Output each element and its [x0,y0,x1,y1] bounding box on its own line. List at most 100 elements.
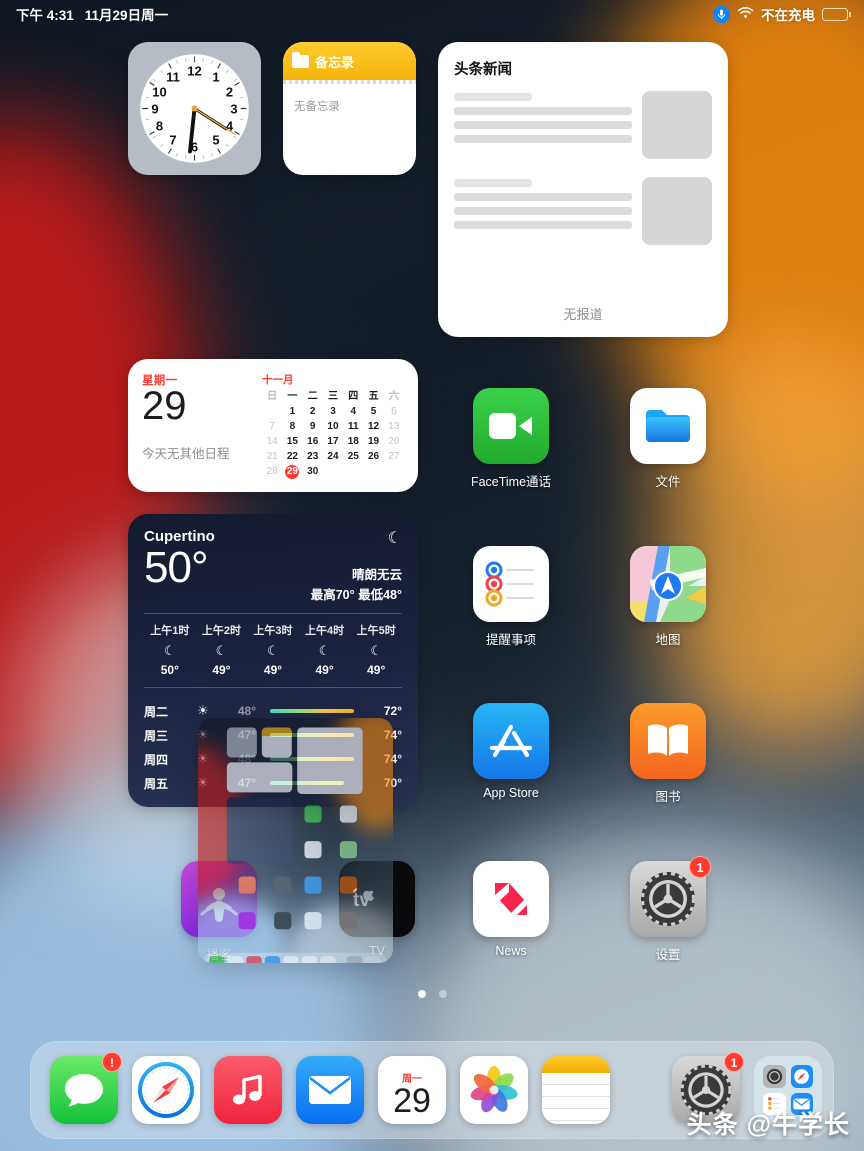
weather-hour-temp: 49° [212,662,231,677]
calendar-day-cell[interactable]: 26 [363,450,383,464]
calendar-day-cell[interactable]: 18 [343,435,363,449]
notes-widget[interactable]: 备忘录 无备忘录 [283,42,416,175]
weather-day-high: 72° [383,704,402,718]
weather-hour-temp: 49° [263,662,283,677]
notes-widget-header: 备忘录 [283,42,416,80]
news-widget[interactable]: 头条新闻 无报道 [438,42,728,337]
mail-icon [296,1056,364,1124]
calendar-day-number: 29 [142,384,187,428]
calendar-day-cell[interactable]: 9 [303,420,323,434]
dock-item-music[interactable] [214,1056,282,1124]
moon-icon: ☾ [370,642,382,658]
svg-text:7: 7 [169,133,176,148]
calendar-day-cell[interactable]: 1 [282,405,302,419]
moon-icon: ☾ [215,642,228,658]
weather-hour-temp: 50° [160,662,179,677]
calendar-day-cell[interactable] [363,465,383,479]
svg-text:2: 2 [226,85,233,100]
news-icon [473,861,549,937]
calendar-day-cell[interactable]: 14 [262,435,282,449]
music-icon [214,1056,282,1124]
weather-hour-label: 上午1时 [150,624,190,637]
calendar-day-cell[interactable]: 19 [363,435,383,449]
calendar-widget[interactable]: 星期一 29 今天无其他日程 十一月 日一二三四五六 1 2 3 4 5 6 7 8 9 10 11 1… [128,359,418,492]
dock-item-notes[interactable] [542,1056,610,1124]
weather-current-temp: 50° [144,543,209,592]
moon-icon: ☾ [163,642,176,658]
calendar-day-cell[interactable]: 20 [384,435,404,449]
calendar-icon: 周一 29 [378,1056,446,1124]
status-bar: 下午 4:31 11月29日周一 不在充电 [0,0,864,28]
dock-item-safari[interactable] [132,1056,200,1124]
calendar-day-cell[interactable]: 30 [303,465,323,479]
wifi-icon [737,6,754,22]
calendar-day-cell[interactable] [384,465,404,479]
safari-icon [132,1056,200,1124]
svg-text:12: 12 [187,64,201,79]
svg-text:9: 9 [151,102,158,117]
app-settings[interactable]: 1 设置 [609,856,727,963]
watermark: 头条 @牛学长 [686,1111,850,1139]
calendar-dow-header: 五 [368,391,379,402]
calendar-day-cell[interactable]: 27 [384,450,404,464]
calendar-day-cell[interactable]: 4 [343,405,363,419]
calendar-day-cell[interactable]: 22 [282,450,302,464]
dock-item-messages[interactable]: ! [50,1052,122,1124]
weather-day-label: 周二 [144,704,169,719]
weather-hour-cell: 上午2时 ☾ 49° [196,622,248,677]
calendar-day-cell[interactable]: 7 [262,420,282,434]
clock-widget[interactable]: 12 1 2 345 678 9 10 11 [128,42,261,175]
calendar-day-cell[interactable]: 5 [363,405,383,419]
moon-icon: ☾ [387,530,402,547]
folder-mini-settings-icon [763,1065,786,1088]
charging-status-label: 不在充电 [761,8,815,23]
page-dot-2[interactable] [438,990,447,998]
calendar-day-cell[interactable]: 16 [303,435,323,449]
calendar-day-cell[interactable] [262,405,282,419]
status-badge: 1 [724,1052,744,1072]
weather-day-label: 周四 [144,752,169,767]
calendar-day-cell[interactable]: 28 [262,465,282,479]
app-news[interactable]: News [452,861,570,958]
page-indicator[interactable] [0,990,864,998]
calendar-day-cell[interactable]: 12 [363,420,383,434]
page-dot-1[interactable] [417,990,426,998]
calendar-day-cell[interactable]: 29 [285,465,300,479]
weather-condition: 晴朗无云 [351,568,402,582]
calendar-day-cell[interactable]: 3 [323,405,343,419]
calendar-day-cell[interactable] [323,465,343,479]
calendar-day-cell[interactable] [343,465,363,479]
dock-item-calendar[interactable]: 周一 29 [378,1056,446,1124]
microphone-icon [713,5,730,23]
screenshot-preview-content [198,718,393,963]
news-thumbnail-placeholder [642,91,712,159]
svg-text:5: 5 [212,133,219,148]
calendar-icon-day: 29 [393,1081,431,1120]
calendar-day-cell[interactable]: 25 [343,450,363,464]
dock-item-photos[interactable] [460,1056,528,1124]
dock-item-mail[interactable] [296,1056,364,1124]
calendar-day-cell[interactable]: 15 [282,435,302,449]
calendar-day-cell[interactable]: 21 [262,450,282,464]
screenshot-preview-thumbnail[interactable] [198,718,393,963]
calendar-day-cell[interactable]: 11 [343,420,363,434]
calendar-day-cell[interactable]: 23 [303,450,323,464]
calendar-day-cell[interactable]: 10 [323,420,343,434]
notes-widget-title: 备忘录 [315,54,355,70]
divider [144,686,402,687]
weather-day-low: 48° [237,704,256,718]
weather-hour-label: 上午5时 [356,624,396,637]
calendar-day-cell[interactable]: 8 [282,420,302,434]
calendar-day-cell[interactable]: 24 [323,450,343,464]
calendar-day-cell[interactable]: 6 [384,405,404,419]
calendar-day-cell[interactable]: 2 [303,405,323,419]
calendar-dow-header: 四 [348,391,359,402]
weather-hour-label: 上午3时 [253,624,293,637]
svg-text:1: 1 [212,69,219,84]
calendar-day-cell[interactable]: 13 [384,420,404,434]
calendar-day-cell[interactable]: 17 [323,435,343,449]
calendar-dow-header: 三 [327,391,338,402]
moon-icon: ☾ [318,642,331,658]
ipad-home-screen: 下午 4:31 11月29日周一 不在充电 12 1 2 3 4 5 6 7 8… [0,0,864,1151]
calendar-dow-header: 六 [388,391,399,402]
